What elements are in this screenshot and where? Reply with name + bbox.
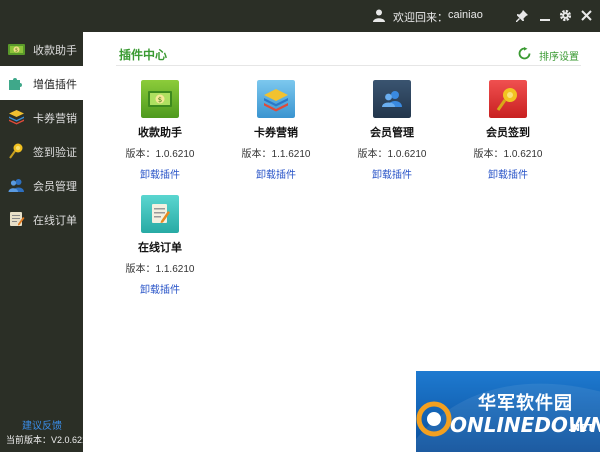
watermark-cn: 华军软件园 (478, 393, 573, 414)
cash-icon[interactable]: $ (141, 80, 179, 118)
plugin-name: 收款助手 (138, 127, 182, 139)
settings-button[interactable] (558, 8, 573, 23)
sidebar: $ 收款助手 增值插件 卡券营销 签到验证 会员管理 在线订单 建议反馈 当前版… (0, 32, 92, 452)
sidebar-item-payment-assistant[interactable]: $ 收款助手 (0, 32, 83, 66)
close-icon (581, 10, 592, 21)
plugin-version: 版本：1.1.6210 (125, 264, 195, 275)
refresh-icon[interactable] (518, 47, 531, 60)
title-bar: 欢迎回来： cainiao (0, 0, 600, 32)
svg-text:$: $ (158, 96, 162, 104)
plugin-card-card-marketing: 卡券营销 版本：1.1.6210 卸载插件 (221, 80, 331, 190)
sidebar-item-online-orders[interactable]: 在线订单 (0, 202, 83, 236)
plugin-name: 在线订单 (138, 242, 182, 254)
members-icon[interactable] (373, 80, 411, 118)
order-form-icon (10, 212, 25, 226)
pushpin-icon[interactable] (489, 80, 527, 118)
pin-button[interactable] (514, 8, 529, 23)
pushpin-icon (9, 143, 23, 159)
close-button[interactable] (579, 8, 594, 23)
minimize-icon (539, 18, 550, 21)
sidebar-item-card-marketing[interactable]: 卡券营销 (0, 100, 83, 134)
minimize-button[interactable] (537, 8, 552, 23)
plugin-card-payment-assistant: $ 收款助手 版本：1.0.6210 卸载插件 (105, 80, 215, 190)
plugin-card-member-checkin: 会员签到 版本：1.0.6210 卸载插件 (453, 80, 563, 190)
sidebar-item-label: 收款助手 (33, 45, 77, 57)
plugin-version: 版本：1.0.6210 (125, 149, 195, 160)
plugin-name: 会员管理 (370, 127, 414, 139)
watermark-logo: 华军软件园 ONLINEDOWN .NET (416, 371, 600, 452)
card-stack-icon (9, 110, 24, 125)
sidebar-item-label: 增值插件 (33, 79, 77, 91)
sidebar-item-label: 会员管理 (33, 181, 77, 193)
plugin-version: 版本：1.0.6210 (357, 149, 427, 160)
pin-icon (515, 9, 528, 22)
sidebar-item-member-management[interactable]: 会员管理 (0, 168, 83, 202)
sidebar-item-checkin-verify[interactable]: 签到验证 (0, 134, 83, 168)
sidebar-item-value-added-plugins[interactable]: 增值插件 (0, 66, 83, 100)
svg-text:$: $ (15, 48, 18, 54)
sidebar-item-label: 卡券营销 (33, 113, 77, 125)
divider (116, 65, 581, 66)
plugin-name: 卡券营销 (254, 127, 298, 139)
sidebar-item-label: 在线订单 (33, 215, 77, 227)
uninstall-plugin-link[interactable]: 卸载插件 (105, 166, 215, 181)
welcome-text: 欢迎回来： (393, 12, 448, 24)
user-icon (373, 9, 385, 22)
uninstall-plugin-link[interactable]: 卸载插件 (221, 166, 331, 181)
puzzle-icon (9, 78, 22, 90)
feedback-link[interactable]: 建议反馈 (22, 417, 62, 432)
uninstall-plugin-link[interactable]: 卸载插件 (453, 166, 563, 181)
cash-icon: $ (8, 44, 25, 55)
page-title: 插件中心 (119, 48, 168, 62)
watermark-suffix: .NET (568, 423, 594, 434)
sidebar-item-label: 签到验证 (33, 147, 77, 159)
plugin-name: 会员签到 (486, 127, 530, 139)
plugin-version: 版本：1.0.6210 (473, 149, 543, 160)
uninstall-plugin-link[interactable]: 卸载插件 (105, 281, 215, 296)
sort-settings-link[interactable]: 排序设置 (539, 48, 579, 63)
gear-icon (559, 9, 572, 22)
current-version: 当前版本：V2.0.6210 (6, 435, 93, 445)
uninstall-plugin-link[interactable]: 卸载插件 (337, 166, 447, 181)
plugin-version: 版本：1.1.6210 (241, 149, 311, 160)
plugin-card-online-orders: 在线订单 版本：1.1.6210 卸载插件 (105, 195, 215, 305)
plugin-card-member-management: 会员管理 版本：1.0.6210 卸载插件 (337, 80, 447, 190)
card-stack-icon[interactable] (257, 80, 295, 118)
members-icon (8, 179, 24, 192)
order-form-icon[interactable] (141, 195, 179, 233)
username: cainiao (448, 9, 483, 21)
